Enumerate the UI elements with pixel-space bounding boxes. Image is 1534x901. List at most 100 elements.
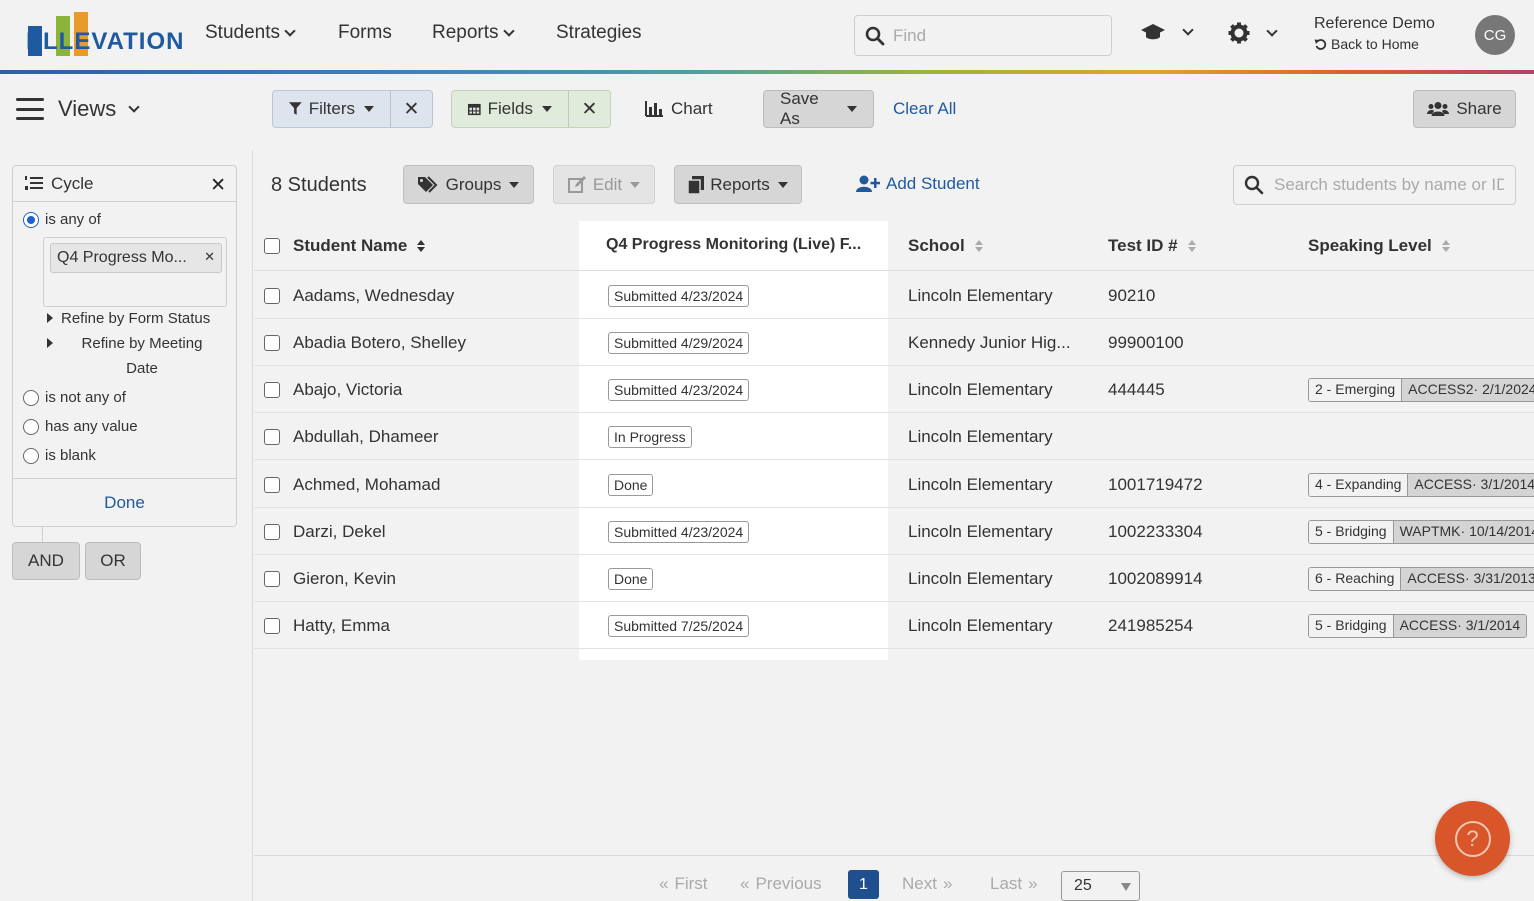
search-icon xyxy=(1244,175,1264,195)
table-row[interactable]: Hatty, Emma Submitted 7/25/2024 Lincoln El… xyxy=(254,602,1534,649)
select-all-checkbox[interactable] xyxy=(264,238,280,254)
user-block: Reference Demo Back to Home xyxy=(1314,15,1435,52)
page-current[interactable]: 1 xyxy=(848,870,879,899)
clear-filters-button[interactable]: ✕ xyxy=(390,91,432,127)
page-previous[interactable]: « Previous xyxy=(740,874,822,894)
column-header-speaking-level[interactable]: Speaking Level xyxy=(1308,236,1450,256)
student-name-cell[interactable]: Aadams, Wednesday xyxy=(293,286,454,306)
student-name-cell[interactable]: Abdullah, Dhameer xyxy=(293,427,439,447)
per-page-select[interactable]: 25 xyxy=(1061,871,1140,901)
column-header-student-name[interactable]: Student Name xyxy=(293,236,426,256)
form-status-badge[interactable]: Submitted 4/23/2024 xyxy=(608,521,750,543)
caret-down-icon xyxy=(847,106,857,112)
student-name-cell[interactable]: Abadia Botero, Shelley xyxy=(293,333,466,353)
nav-reports[interactable]: Reports xyxy=(432,22,515,44)
row-checkbox[interactable] xyxy=(264,382,280,398)
form-status-badge[interactable]: Submitted 4/23/2024 xyxy=(608,379,750,401)
student-name-cell[interactable]: Hatty, Emma xyxy=(293,616,390,636)
radio-is-not-any-of[interactable]: is not any of xyxy=(23,389,126,406)
find-search-box[interactable] xyxy=(854,15,1112,56)
find-input[interactable] xyxy=(893,25,1093,46)
row-checkbox[interactable] xyxy=(264,524,280,540)
row-checkbox[interactable] xyxy=(264,335,280,351)
nav-students[interactable]: Students xyxy=(205,22,296,44)
save-as-button[interactable]: Save As xyxy=(763,90,874,128)
form-status-badge[interactable]: Submitted 4/23/2024 xyxy=(608,285,750,307)
fields-button[interactable]: Fields xyxy=(452,91,568,127)
column-header-form[interactable]: Q4 Progress Monitoring (Live) F... xyxy=(606,236,861,254)
student-name-cell[interactable]: Gieron, Kevin xyxy=(293,569,396,589)
ellevation-logo[interactable]: ELLEVATION xyxy=(26,12,183,60)
row-checkbox[interactable] xyxy=(264,618,280,634)
radio-has-any-value[interactable]: has any value xyxy=(23,418,138,435)
student-name-cell[interactable]: Achmed, Mohamad xyxy=(293,475,440,495)
refine-by-meeting-date[interactable]: Refine by Meeting Date xyxy=(47,331,217,381)
student-search-input[interactable] xyxy=(1274,175,1504,195)
student-name-cell[interactable]: Abajo, Victoria xyxy=(293,380,402,400)
speaking-level-test: ACCESS· 3/31/2013 xyxy=(1400,568,1534,590)
chevron-down-icon xyxy=(502,25,515,37)
clear-fields-button[interactable]: ✕ xyxy=(568,91,610,127)
close-icon: ✕ xyxy=(581,98,598,120)
add-student-link[interactable]: Add Student xyxy=(856,174,980,194)
column-header-school[interactable]: School xyxy=(908,236,983,256)
edit-button[interactable]: Edit xyxy=(553,165,655,204)
refine-by-form-status[interactable]: Refine by Form Status xyxy=(47,306,210,331)
help-button[interactable]: ? xyxy=(1435,801,1510,876)
form-status-badge[interactable]: Done xyxy=(608,568,654,590)
settings-menu[interactable] xyxy=(1228,22,1278,44)
row-checkbox[interactable] xyxy=(264,477,280,493)
table-row[interactable]: Abadia Botero, Shelley Submitted 4/29/202… xyxy=(254,319,1534,366)
test-id-cell: 241985254 xyxy=(1108,616,1194,635)
chart-button[interactable]: Chart xyxy=(645,99,713,119)
avatar[interactable]: CG xyxy=(1475,15,1515,55)
add-student-label: Add Student xyxy=(886,174,980,193)
filters-button[interactable]: Filters xyxy=(273,91,390,127)
radio-is-blank[interactable]: is blank xyxy=(23,447,96,464)
table-row[interactable]: Abajo, Victoria Submitted 4/23/2024 Lincol… xyxy=(254,366,1534,413)
test-id-cell: 444445 xyxy=(1108,380,1165,399)
row-checkbox[interactable] xyxy=(264,571,280,587)
groups-button[interactable]: Groups xyxy=(403,165,534,204)
share-button[interactable]: Share xyxy=(1413,90,1516,128)
table-row[interactable]: Darzi, Dekel Submitted 4/23/2024 Lincoln E… xyxy=(254,508,1534,555)
education-menu[interactable] xyxy=(1140,22,1194,42)
graduation-cap-icon xyxy=(1141,24,1165,40)
page-first[interactable]: « First xyxy=(659,874,708,894)
logo-text: ELLEVATION xyxy=(26,28,185,55)
row-checkbox[interactable] xyxy=(264,288,280,304)
form-status-badge[interactable]: Submitted 7/25/2024 xyxy=(608,615,750,637)
or-button[interactable]: OR xyxy=(85,542,141,580)
nav-strategies[interactable]: Strategies xyxy=(556,22,642,44)
nav-forms[interactable]: Forms xyxy=(338,22,392,44)
column-header-test-id[interactable]: Test ID # xyxy=(1108,236,1196,256)
hamburger-icon xyxy=(16,98,44,120)
table-row[interactable]: Aadams, Wednesday Submitted 4/23/2024 Linc… xyxy=(254,272,1534,319)
clear-all-link[interactable]: Clear All xyxy=(893,99,956,119)
table-row[interactable]: Achmed, Mohamad Done Lincoln Elementary 100… xyxy=(254,461,1534,508)
page-last[interactable]: Last » xyxy=(990,874,1038,894)
radio-is-any-of[interactable]: is any of xyxy=(23,211,101,228)
back-to-home-link[interactable]: Back to Home xyxy=(1314,36,1435,52)
form-status-badge[interactable]: In Progress xyxy=(608,426,692,448)
refine-meeting-line1: Refine by Meeting xyxy=(81,335,203,352)
radio-label: has any value xyxy=(45,418,138,435)
views-menu[interactable]: Views xyxy=(16,96,140,122)
speaking-level-badge: 5 - Bridging ACCESS· 3/1/2014 xyxy=(1308,614,1528,638)
remove-tag-icon[interactable]: ✕ xyxy=(204,249,215,265)
table-row[interactable]: Gieron, Kevin Done Lincoln Elementary 10020… xyxy=(254,555,1534,602)
cycle-multiselect[interactable]: Q4 Progress Mo... ✕ xyxy=(43,237,227,307)
filter-done-button[interactable]: Done xyxy=(13,478,236,526)
and-button[interactable]: AND xyxy=(12,542,80,580)
page-next[interactable]: Next » xyxy=(902,874,952,894)
table-row[interactable]: Abdullah, Dhameer In Progress Lincoln Elem… xyxy=(254,413,1534,460)
form-status-badge[interactable]: Submitted 4/29/2024 xyxy=(608,332,750,354)
student-name-cell[interactable]: Darzi, Dekel xyxy=(293,522,386,542)
page-last-label: Last xyxy=(990,874,1023,893)
page-next-label: Next xyxy=(902,874,937,893)
remove-filter-button[interactable]: ✕ xyxy=(210,174,226,197)
row-checkbox[interactable] xyxy=(264,429,280,445)
form-status-badge[interactable]: Done xyxy=(608,474,654,496)
reports-button[interactable]: Reports xyxy=(674,165,802,204)
student-search-box[interactable] xyxy=(1233,165,1516,205)
